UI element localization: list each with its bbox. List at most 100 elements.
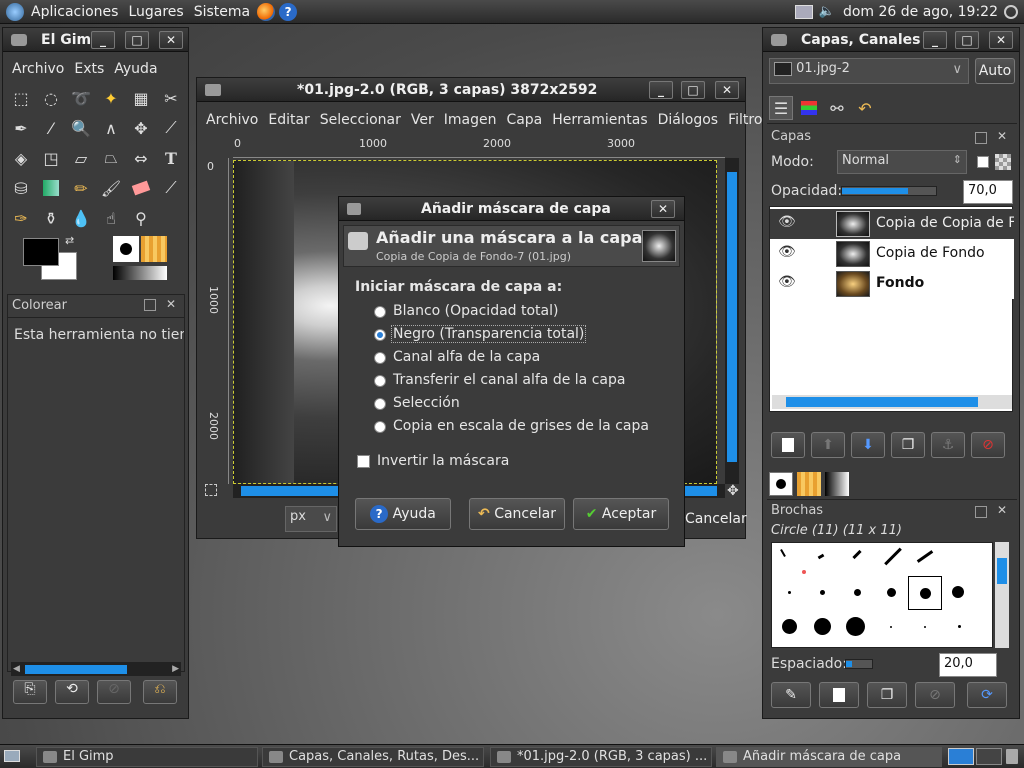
auto-button[interactable]: Auto (975, 58, 1015, 84)
brush-item[interactable] (820, 590, 825, 595)
image-vscroll[interactable] (725, 158, 739, 484)
lasso-icon[interactable]: ➰ (69, 86, 93, 110)
brush-item-selected[interactable] (908, 576, 942, 610)
taskbar-item-dialog[interactable]: Añadir máscara de capa (716, 747, 942, 767)
brush-item[interactable] (802, 570, 806, 574)
restore-options-button[interactable]: ⟲ (55, 680, 89, 704)
brush-item[interactable] (887, 588, 896, 597)
brush-item[interactable] (782, 619, 797, 634)
lock-alpha-checkbox[interactable] (977, 156, 989, 168)
brush-grid[interactable] (771, 542, 993, 648)
refresh-brushes-button[interactable]: ⟳ (967, 682, 1007, 708)
scale-icon[interactable]: ◳ (39, 146, 63, 170)
blend-icon[interactable] (39, 176, 63, 200)
brush-vscroll[interactable] (995, 542, 1009, 648)
brush-item[interactable] (916, 550, 934, 563)
taskbar-item-image[interactable]: *01.jpg-2.0 (RGB, 3 capas) ... (490, 747, 712, 767)
delete-options-button[interactable]: ⊘ (97, 680, 131, 704)
option-seleccion[interactable]: Selección (393, 395, 460, 411)
brush-item[interactable] (890, 626, 892, 628)
invert-label[interactable]: Invertir la máscara (377, 453, 509, 469)
perspective-icon[interactable]: ⏢ (99, 146, 123, 170)
dialog-close-button[interactable]: ✕ (651, 200, 675, 218)
swap-colors-icon[interactable]: ⇄ (65, 234, 74, 247)
layers-titlebar[interactable]: Capas, Canales _ □ ✕ (763, 28, 1019, 52)
layer-list-hscroll[interactable] (772, 395, 1012, 409)
new-brush-button[interactable] (819, 682, 859, 708)
menu-editar[interactable]: Editar (263, 112, 314, 128)
tab-menu-icon[interactable] (975, 506, 987, 518)
radio-negro[interactable] (374, 329, 386, 341)
tab-menu-icon[interactable] (975, 132, 987, 144)
raise-layer-button[interactable]: ⬆ (811, 432, 845, 458)
color-picker-icon[interactable]: ⁄ (39, 116, 63, 140)
dialog-titlebar[interactable]: Añadir máscara de capa ✕ (339, 197, 684, 221)
close-button[interactable]: ✕ (715, 81, 739, 99)
toolbox-titlebar[interactable]: El Gimp _ □ ✕ (3, 28, 188, 52)
show-desktop-icon[interactable] (4, 750, 20, 762)
menu-lugares[interactable]: Lugares (123, 4, 188, 20)
main-menu-icon[interactable] (6, 2, 24, 21)
close-button[interactable]: ✕ (989, 31, 1013, 49)
toolbox-hscroll[interactable]: ◀ ▶ (11, 662, 181, 676)
visibility-eye-icon[interactable]: 👁 (778, 214, 796, 230)
option-blanco[interactable]: Blanco (Opacidad total) (393, 303, 558, 319)
flip-icon[interactable]: ⇔ (129, 146, 153, 170)
brush-item[interactable] (958, 625, 961, 628)
bucket-fill-icon[interactable]: ⛁ (9, 176, 33, 200)
menu-herramientas[interactable]: Herramientas (547, 112, 652, 128)
brush-item[interactable] (814, 618, 831, 635)
brush-item[interactable] (846, 617, 865, 636)
active-gradient[interactable] (113, 266, 167, 280)
option-escala-grises[interactable]: Copia en escala de grises de la capa (393, 418, 649, 434)
delete-layer-button[interactable]: ⊘ (971, 432, 1005, 458)
network-icon[interactable] (794, 4, 813, 19)
navigate-icon[interactable]: ✥ (727, 483, 739, 499)
measure-icon[interactable]: ∧ (99, 116, 123, 140)
minimize-button[interactable]: _ (923, 31, 947, 49)
menu-aplicaciones[interactable]: Aplicaciones (26, 4, 123, 20)
brush-item[interactable] (780, 549, 786, 557)
brush-item[interactable] (788, 591, 791, 594)
vertical-ruler[interactable]: 0 1000 2000 (201, 158, 229, 484)
taskbar-item-toolbox[interactable]: El Gimp (36, 747, 258, 767)
close-button[interactable]: ✕ (159, 31, 183, 49)
menu-archivo[interactable]: Archivo (7, 61, 69, 77)
delete-brush-button[interactable]: ⊘ (915, 682, 955, 708)
edit-brush-button[interactable]: ✎ (771, 682, 811, 708)
workspace-switcher-2[interactable] (976, 748, 1002, 765)
rect-select-icon[interactable]: ⬚ (9, 86, 33, 110)
layer-row[interactable]: 👁 Copia de Fondo (770, 239, 1014, 269)
close-tab-icon[interactable]: ✕ (997, 503, 1007, 517)
clone-icon[interactable]: ⚱ (39, 206, 63, 230)
horizontal-ruler[interactable]: 0 1000 2000 3000 (233, 136, 725, 158)
taskbar-item-layers[interactable]: Capas, Canales, Rutas, Des... (262, 747, 484, 767)
move-icon[interactable]: ✥ (129, 116, 153, 140)
tab-layers-icon[interactable]: ☰ (769, 96, 793, 120)
close-tab-icon[interactable]: ✕ (997, 129, 1007, 143)
menu-capa[interactable]: Capa (501, 112, 547, 128)
option-transferir[interactable]: Transferir el canal alfa de la capa (393, 372, 625, 388)
ok-button[interactable]: ✔ Aceptar (573, 498, 669, 530)
brush-item[interactable] (817, 553, 825, 560)
fg-bg-colors[interactable]: ⇄ (21, 234, 81, 282)
menu-ver[interactable]: Ver (406, 112, 439, 128)
workspace-switcher-1[interactable] (948, 748, 974, 765)
tab-paths-icon[interactable]: ⚯ (825, 96, 849, 120)
brush-item[interactable] (854, 589, 861, 596)
radio-escala-grises[interactable] (374, 421, 386, 433)
blur-icon[interactable]: 💧 (69, 206, 93, 230)
clock[interactable]: dom 26 de ago, 19:22 (843, 4, 998, 20)
trash-icon[interactable] (1006, 749, 1018, 764)
help-icon[interactable]: ? (279, 2, 298, 21)
image-titlebar[interactable]: *01.jpg-2.0 (RGB, 3 capas) 3872x2592 _ □… (197, 78, 745, 102)
minimize-button[interactable]: _ (649, 81, 673, 99)
ellipse-select-icon[interactable]: ◌ (39, 86, 63, 110)
brush-item[interactable] (952, 586, 964, 598)
brush-item[interactable] (852, 549, 862, 560)
layer-row[interactable]: 👁 Copia de Copia de Fo (770, 209, 1014, 239)
power-icon[interactable] (1004, 4, 1018, 19)
brush-item[interactable] (884, 547, 902, 566)
airbrush-icon[interactable]: ⟋ (159, 176, 183, 200)
brush-item[interactable] (924, 626, 926, 628)
